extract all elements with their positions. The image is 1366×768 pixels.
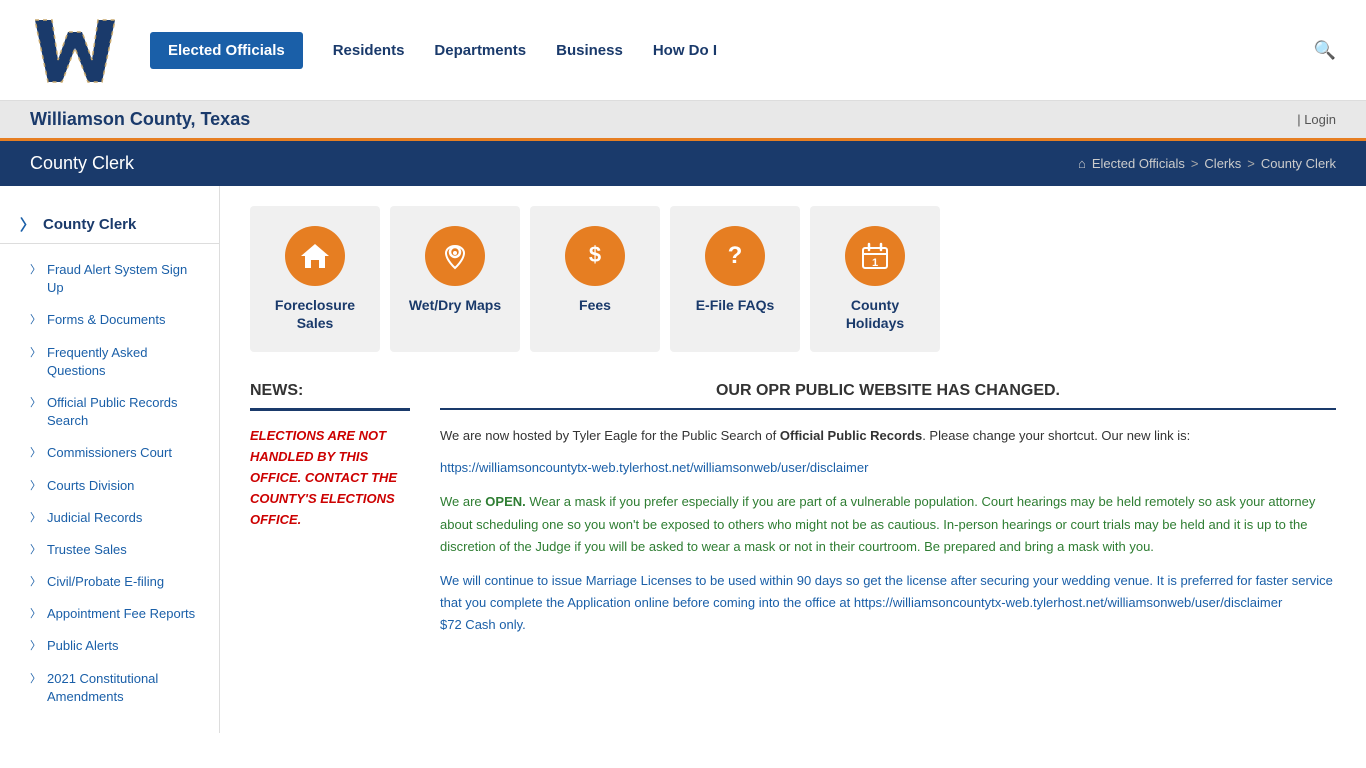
login-link[interactable]: | Login	[1297, 112, 1336, 127]
nav-business[interactable]: Business	[556, 42, 623, 59]
arrow-icon: 〉	[30, 396, 41, 411]
breadcrumb-separator-1: >	[1191, 156, 1199, 171]
sidebar-item-forms[interactable]: 〉 Forms & Documents	[0, 304, 219, 336]
arrow-icon: 〉	[30, 672, 41, 687]
nav-how-do-i[interactable]: How Do I	[653, 42, 717, 59]
sidebar-item-opr[interactable]: 〉 Official Public Records Search	[0, 387, 219, 437]
arrow-icon: 〉	[30, 639, 41, 654]
arrow-icon: 〉	[30, 263, 41, 278]
wetdry-label: Wet/Dry Maps	[409, 296, 501, 314]
svg-text:1: 1	[872, 257, 878, 269]
opr-title: OUR OPR PUBLIC WEBSITE HAS CHANGED.	[440, 382, 1336, 400]
opr-open-text: We are OPEN. Wear a mask if you prefer e…	[440, 491, 1336, 557]
page-title-bar: County Clerk ⌂ Elected Officials > Clerk…	[0, 141, 1366, 186]
header: Elected Officials Residents Departments …	[0, 0, 1366, 101]
map-pin-icon	[439, 240, 471, 272]
efile-label: E-File FAQs	[696, 296, 775, 314]
foreclosure-label: Foreclosure Sales	[260, 296, 370, 332]
holidays-label: County Holidays	[820, 296, 930, 332]
news-column: NEWS: ELECTIONS ARE NOT HANDLED BY THIS …	[250, 382, 410, 648]
card-county-holidays[interactable]: 1 County Holidays	[810, 206, 940, 352]
sidebar: 〉 County Clerk 〉 Fraud Alert System Sign…	[0, 186, 220, 733]
card-foreclosure-sales[interactable]: Foreclosure Sales	[250, 206, 380, 352]
opr-marriage-text: We will continue to issue Marriage Licen…	[440, 570, 1336, 636]
card-wetdry-maps[interactable]: Wet/Dry Maps	[390, 206, 520, 352]
home-icon: ⌂	[1078, 156, 1086, 171]
page-title: County Clerk	[30, 153, 134, 174]
open-word: OPEN.	[485, 494, 525, 509]
opr-divider	[440, 408, 1336, 410]
opr-column: OUR OPR PUBLIC WEBSITE HAS CHANGED. We a…	[440, 382, 1336, 648]
sidebar-item-fraud-alert[interactable]: 〉 Fraud Alert System Sign Up	[0, 254, 219, 304]
opr-blue-link[interactable]: https://williamsoncountytx-web.tylerhost…	[854, 595, 1282, 610]
news-title: NEWS:	[250, 382, 410, 400]
arrow-icon: 〉	[30, 511, 41, 526]
breadcrumb-separator-2: >	[1247, 156, 1255, 171]
breadcrumb-clerks[interactable]: Clerks	[1204, 156, 1241, 171]
search-icon[interactable]: 🔍	[1314, 40, 1336, 61]
arrow-icon: 〉	[30, 479, 41, 494]
card-efile-faqs[interactable]: ? E-File FAQs	[670, 206, 800, 352]
sidebar-title: 〉 County Clerk	[0, 206, 219, 244]
sub-header: Williamson County, Texas | Login	[0, 101, 1366, 141]
sidebar-item-public-alerts[interactable]: 〉 Public Alerts	[0, 630, 219, 662]
home-icon	[299, 240, 331, 272]
foreclosure-icon-circle	[285, 226, 345, 286]
svg-text:?: ?	[728, 242, 743, 269]
card-fees[interactable]: $ Fees	[530, 206, 660, 352]
efile-icon-circle: ?	[705, 226, 765, 286]
calendar-icon: 1	[859, 240, 891, 272]
open-we-are: We are	[440, 494, 485, 509]
main-nav: Elected Officials Residents Departments …	[150, 32, 1336, 69]
opr-intro-text: We are now hosted by Tyler Eagle for the…	[440, 425, 1336, 447]
main-content: 〉 County Clerk 〉 Fraud Alert System Sign…	[0, 186, 1366, 733]
breadcrumb: ⌂ Elected Officials > Clerks > County Cl…	[1078, 156, 1336, 171]
sidebar-item-faq[interactable]: 〉 Frequently Asked Questions	[0, 337, 219, 387]
arrow-icon: 〉	[30, 575, 41, 590]
nav-departments[interactable]: Departments	[434, 42, 526, 59]
fees-label: Fees	[579, 296, 611, 314]
wetdry-icon-circle	[425, 226, 485, 286]
breadcrumb-elected-officials[interactable]: Elected Officials	[1092, 156, 1185, 171]
county-title: Williamson County, Texas	[30, 109, 250, 130]
news-divider	[250, 408, 410, 411]
two-column-section: NEWS: ELECTIONS ARE NOT HANDLED BY THIS …	[250, 382, 1336, 648]
arrow-icon: 〉	[30, 607, 41, 622]
sidebar-item-judicial[interactable]: 〉 Judicial Records	[0, 502, 219, 534]
sidebar-item-amendments[interactable]: 〉 2021 Constitutional Amendments	[0, 663, 219, 713]
sidebar-arrow: 〉	[20, 214, 35, 235]
question-icon: ?	[719, 240, 751, 272]
nav-elected-officials[interactable]: Elected Officials	[150, 32, 303, 69]
holidays-icon-circle: 1	[845, 226, 905, 286]
sidebar-item-courts[interactable]: 〉 Courts Division	[0, 470, 219, 502]
sidebar-item-commissioners[interactable]: 〉 Commissioners Court	[0, 437, 219, 469]
arrow-icon: 〉	[30, 346, 41, 361]
content-area: Foreclosure Sales Wet/Dry Maps $	[220, 186, 1366, 733]
arrow-icon: 〉	[30, 543, 41, 558]
sidebar-item-appointment-fee[interactable]: 〉 Appointment Fee Reports	[0, 598, 219, 630]
breadcrumb-current: County Clerk	[1261, 156, 1336, 171]
nav-residents[interactable]: Residents	[333, 42, 405, 59]
icon-cards-row: Foreclosure Sales Wet/Dry Maps $	[250, 206, 1336, 352]
sidebar-item-civil[interactable]: 〉 Civil/Probate E-filing	[0, 566, 219, 598]
dollar-icon: $	[579, 240, 611, 272]
opr-bold: Official Public Records	[780, 428, 922, 443]
fees-icon-circle: $	[565, 226, 625, 286]
arrow-icon: 〉	[30, 446, 41, 461]
svg-text:$: $	[589, 242, 601, 267]
news-alert-text: ELECTIONS ARE NOT HANDLED BY THIS OFFICE…	[250, 426, 410, 530]
arrow-icon: 〉	[30, 313, 41, 328]
opr-link[interactable]: https://williamsoncountytx-web.tylerhost…	[440, 460, 868, 475]
site-logo	[30, 10, 120, 90]
sidebar-item-trustee[interactable]: 〉 Trustee Sales	[0, 534, 219, 566]
